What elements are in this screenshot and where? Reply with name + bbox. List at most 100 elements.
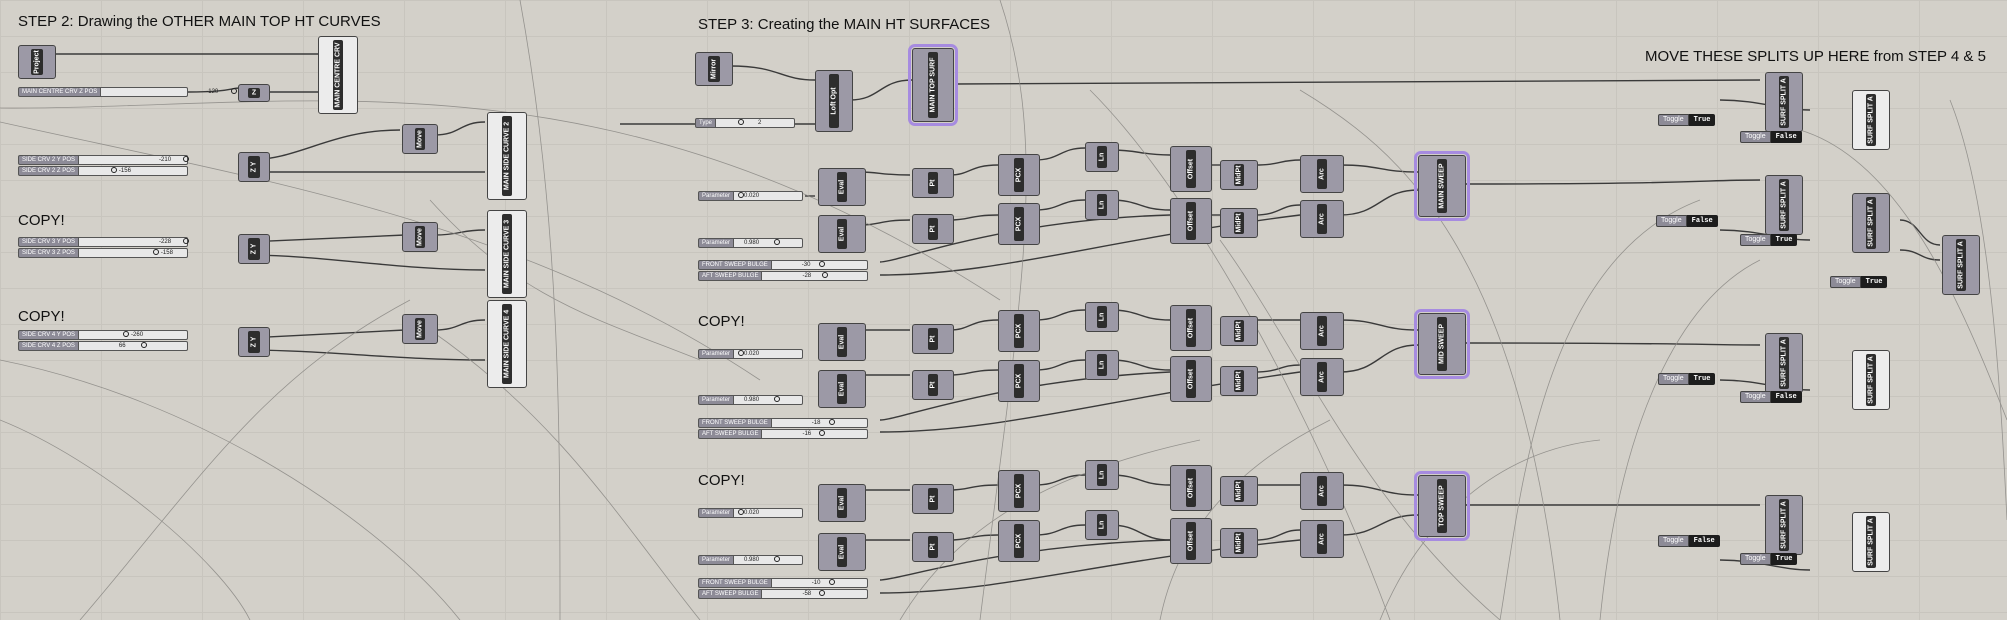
eval-node[interactable]: Eval — [818, 168, 866, 206]
side-crv2-z-slider[interactable]: SIDE CRV 2 Z POS -156 — [18, 166, 188, 176]
eval-node[interactable]: Eval — [818, 370, 866, 408]
midpt-node[interactable]: MidPt — [1220, 366, 1258, 396]
offset-node[interactable]: Offset — [1170, 465, 1212, 511]
surf-split-node[interactable]: SURF SPLIT A — [1765, 175, 1803, 235]
pt-node[interactable]: Pt — [912, 370, 954, 400]
toggle-false[interactable]: Toggle False — [1740, 391, 1802, 403]
arc-node[interactable]: Arc — [1300, 312, 1344, 350]
pt-node[interactable]: Pt — [912, 168, 954, 198]
surf-split-node[interactable]: SURF SPLIT A — [1852, 193, 1890, 253]
parameter-slider[interactable]: Parameter 0.020 — [698, 349, 803, 359]
offset-node[interactable]: Offset — [1170, 356, 1212, 402]
main-sweep-node[interactable]: MAIN SWEEP — [1414, 151, 1470, 221]
type-slider[interactable]: Type 2 — [695, 118, 795, 128]
ln-node[interactable]: Ln — [1085, 350, 1119, 380]
arc-node[interactable]: Arc — [1300, 200, 1344, 238]
copy-label: COPY! — [698, 313, 745, 330]
parameter-slider[interactable]: Parameter 0.020 — [698, 508, 803, 518]
ln-node[interactable]: Ln — [1085, 302, 1119, 332]
pcx-node[interactable]: PCX — [998, 154, 1040, 196]
pcx-node[interactable]: PCX — [998, 310, 1040, 352]
surf-split-node[interactable]: SURF SPLIT A — [1942, 235, 1980, 295]
parameter-slider[interactable]: Parameter 0.980 — [698, 395, 803, 405]
parameter-slider[interactable]: Parameter 0.980 — [698, 238, 803, 248]
midpt-node[interactable]: MidPt — [1220, 160, 1258, 190]
side-crv4-y-slider[interactable]: SIDE CRV 4 Y POS -260 — [18, 330, 188, 340]
surf-split-node[interactable]: SURF SPLIT A — [1765, 72, 1803, 132]
side-crv3-y-slider[interactable]: SIDE CRV 3 Y POS -228 — [18, 237, 190, 247]
zy-node[interactable]: Z Y — [238, 152, 270, 182]
front-sweep-bulge-slider[interactable]: FRONT SWEEP BULGE -30 — [698, 260, 868, 270]
pt-node[interactable]: Pt — [912, 324, 954, 354]
surf-split-node[interactable]: SURF SPLIT A — [1852, 512, 1890, 572]
parameter-slider[interactable]: Parameter 0.980 — [698, 555, 803, 565]
surf-split-node[interactable]: SURF SPLIT A — [1765, 495, 1803, 555]
move-node[interactable]: Move — [402, 222, 438, 252]
toggle-false[interactable]: Toggle False — [1656, 215, 1718, 227]
toggle-true[interactable]: Toggle True — [1740, 234, 1798, 246]
main-centre-z-slider[interactable]: MAIN CENTRE CRV Z POS -120 — [18, 87, 238, 97]
loft-opt-node[interactable]: Loft Opt — [815, 70, 853, 132]
pt-node[interactable]: Pt — [912, 484, 954, 514]
side-crv3-z-slider[interactable]: SIDE CRV 3 Z POS -158 — [18, 248, 188, 258]
toggle-true[interactable]: Toggle True — [1658, 114, 1716, 126]
offset-node[interactable]: Offset — [1170, 518, 1212, 564]
pt-node[interactable]: Pt — [912, 214, 954, 244]
ln-node[interactable]: Ln — [1085, 190, 1119, 220]
toggle-false[interactable]: Toggle False — [1740, 131, 1802, 143]
midpt-node[interactable]: MidPt — [1220, 208, 1258, 238]
arc-node[interactable]: Arc — [1300, 520, 1344, 558]
eval-node[interactable]: Eval — [818, 533, 866, 571]
side-crv4-z-slider[interactable]: SIDE CRV 4 Z POS 66 — [18, 341, 188, 351]
pcx-node[interactable]: PCX — [998, 360, 1040, 402]
offset-node[interactable]: Offset — [1170, 146, 1212, 192]
toggle-true[interactable]: Toggle True — [1830, 276, 1888, 288]
main-top-surf-node[interactable]: MAIN TOP SURF — [908, 44, 958, 126]
mirror-node[interactable]: Mirror — [695, 52, 733, 86]
move-node[interactable]: Move — [402, 124, 438, 154]
aft-sweep-bulge-slider[interactable]: AFT SWEEP BULGE -16 — [698, 429, 868, 439]
aft-sweep-bulge-slider[interactable]: AFT SWEEP BULGE -28 — [698, 271, 868, 281]
pcx-node[interactable]: PCX — [998, 203, 1040, 245]
main-side-curve2-node[interactable]: MAIN SIDE CURVE 2 — [487, 112, 527, 200]
z-node[interactable]: Z — [238, 84, 270, 102]
main-side-curve3-node[interactable]: MAIN SIDE CURVE 3 — [487, 210, 527, 298]
side-crv2-y-slider[interactable]: SIDE CRV 2 Y POS -210 — [18, 155, 190, 165]
ln-node[interactable]: Ln — [1085, 510, 1119, 540]
midpt-node[interactable]: MidPt — [1220, 476, 1258, 506]
midpt-node[interactable]: MidPt — [1220, 528, 1258, 558]
ln-node[interactable]: Ln — [1085, 460, 1119, 490]
zy-node[interactable]: Z Y — [238, 234, 270, 264]
ln-node[interactable]: Ln — [1085, 142, 1119, 172]
arc-node[interactable]: Arc — [1300, 155, 1344, 193]
zy-node[interactable]: Z Y — [238, 327, 270, 357]
midpt-node[interactable]: MidPt — [1220, 316, 1258, 346]
eval-node[interactable]: Eval — [818, 323, 866, 361]
front-sweep-bulge-slider[interactable]: FRONT SWEEP BULGE -18 — [698, 418, 868, 428]
step3-heading: STEP 3: Creating the MAIN HT SURFACES — [698, 16, 991, 33]
surf-split-node[interactable]: SURF SPLIT A — [1852, 90, 1890, 150]
surf-split-node[interactable]: SURF SPLIT A — [1765, 333, 1803, 393]
arc-node[interactable]: Arc — [1300, 358, 1344, 396]
main-centre-crv-node[interactable]: MAIN CENTRE CRV — [318, 36, 358, 114]
pcx-node[interactable]: PCX — [998, 470, 1040, 512]
front-sweep-bulge-slider[interactable]: FRONT SWEEP BULGE -10 — [698, 578, 868, 588]
toggle-false[interactable]: Toggle False — [1658, 535, 1720, 547]
eval-node[interactable]: Eval — [818, 484, 866, 522]
project-node[interactable]: Project — [18, 45, 56, 79]
parameter-slider[interactable]: Parameter 0.020 — [698, 191, 803, 201]
surf-split-node[interactable]: SURF SPLIT A — [1852, 350, 1890, 410]
mid-sweep-node[interactable]: MID SWEEP — [1414, 309, 1470, 379]
aft-sweep-bulge-slider[interactable]: AFT SWEEP BULGE -58 — [698, 589, 868, 599]
toggle-true[interactable]: Toggle True — [1740, 553, 1798, 565]
offset-node[interactable]: Offset — [1170, 305, 1212, 351]
pcx-node[interactable]: PCX — [998, 520, 1040, 562]
main-side-curve4-node[interactable]: MAIN SIDE CURVE 4 — [487, 300, 527, 388]
pt-node[interactable]: Pt — [912, 532, 954, 562]
top-sweep-node[interactable]: TOP SWEEP — [1414, 471, 1470, 541]
offset-node[interactable]: Offset — [1170, 198, 1212, 244]
move-node[interactable]: Move — [402, 314, 438, 344]
toggle-true[interactable]: Toggle True — [1658, 373, 1716, 385]
arc-node[interactable]: Arc — [1300, 472, 1344, 510]
eval-node[interactable]: Eval — [818, 215, 866, 253]
